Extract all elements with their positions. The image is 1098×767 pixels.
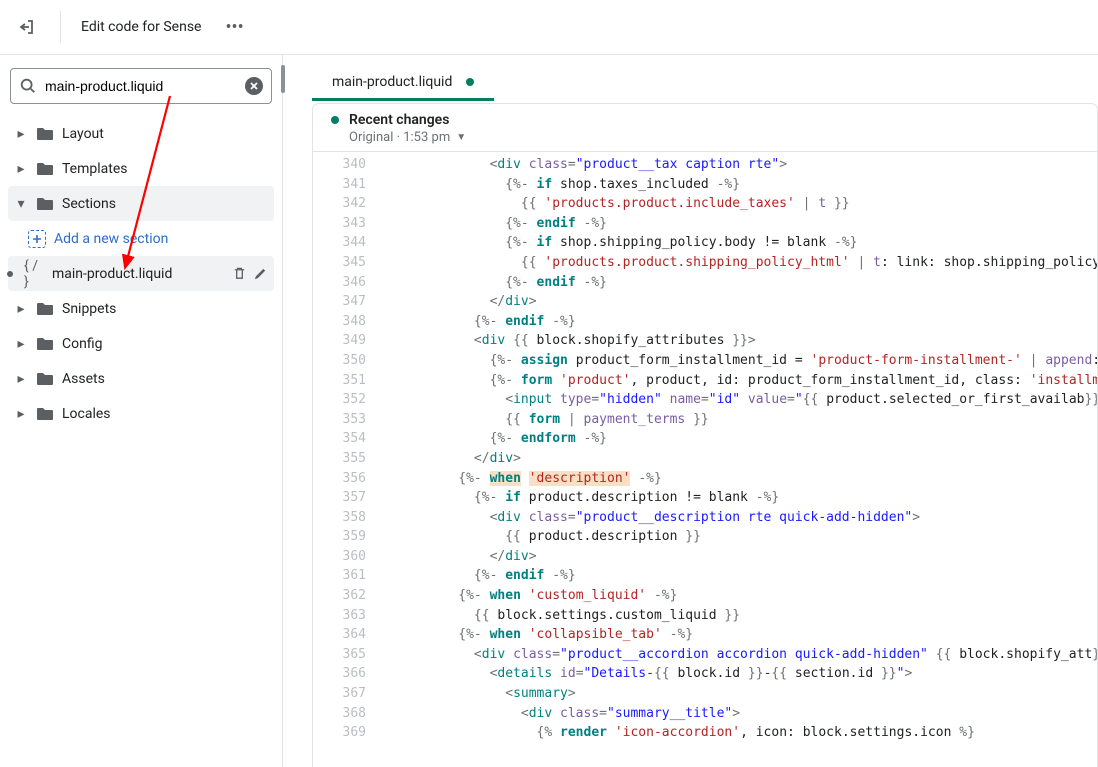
close-icon — [249, 81, 259, 91]
unsaved-dot-icon — [7, 271, 13, 277]
exit-button[interactable] — [12, 13, 40, 41]
main-layout: ▸ Layout ▸ Templates ▾ Sections Add a ne… — [0, 55, 1098, 767]
line-number-gutter: 3403413423433443453463473483493503513523… — [313, 152, 376, 767]
folder-icon — [36, 127, 54, 141]
delete-file-button[interactable] — [232, 266, 247, 281]
add-section-label: Add a new section — [54, 231, 168, 247]
folder-sections[interactable]: ▾ Sections — [8, 186, 274, 221]
page-title: Edit code for Sense — [81, 19, 201, 35]
recent-changes-bar: Recent changes Original · 1:53 pm ▼ — [312, 103, 1098, 152]
folder-label: Config — [62, 336, 268, 352]
folder-label: Templates — [62, 161, 268, 177]
folder-assets[interactable]: ▸ Assets — [8, 361, 274, 396]
folder-snippets[interactable]: ▸ Snippets — [8, 291, 274, 326]
folder-locales[interactable]: ▸ Locales — [8, 396, 274, 431]
recent-changes-detail: Original · 1:53 pm — [349, 130, 450, 145]
search-input[interactable] — [45, 78, 237, 94]
search-icon — [19, 77, 37, 95]
code-editor[interactable]: 3403413423433443453463473483493503513523… — [312, 152, 1098, 767]
file-actions — [232, 266, 268, 281]
sidebar: ▸ Layout ▸ Templates ▾ Sections Add a ne… — [0, 55, 283, 767]
folder-label: Layout — [62, 126, 268, 142]
folder-icon — [36, 337, 54, 351]
more-menu-button[interactable]: ••• — [217, 13, 251, 42]
recent-changes-dropdown[interactable]: Original · 1:53 pm ▼ — [331, 130, 1079, 145]
folder-icon — [36, 372, 54, 386]
tab-main-product[interactable]: main-product.liquid — [312, 65, 494, 101]
trash-icon — [232, 266, 247, 281]
recent-changes-title: Recent changes — [349, 112, 449, 128]
chevron-down-icon: ▾ — [14, 196, 28, 212]
code-content[interactable]: <div class="product__tax caption rte"> {… — [376, 152, 1097, 767]
add-icon — [28, 230, 46, 248]
code-file-icon: { / } — [24, 266, 44, 282]
chevron-right-icon: ▸ — [14, 406, 28, 422]
sidebar-resize-handle[interactable] — [278, 61, 287, 97]
chevron-right-icon: ▸ — [14, 371, 28, 387]
pencil-icon — [253, 266, 268, 281]
clear-search-button[interactable] — [245, 77, 263, 95]
folder-icon — [36, 302, 54, 316]
search-field[interactable] — [10, 68, 272, 104]
folder-config[interactable]: ▸ Config — [8, 326, 274, 361]
chevron-right-icon: ▸ — [14, 126, 28, 142]
chevron-right-icon: ▸ — [14, 161, 28, 177]
status-dot-icon — [331, 116, 339, 124]
folder-label: Locales — [62, 406, 268, 422]
search-container — [0, 55, 282, 114]
chevron-down-icon: ▼ — [456, 132, 466, 143]
file-tree: ▸ Layout ▸ Templates ▾ Sections Add a ne… — [0, 114, 282, 767]
folder-icon — [36, 407, 54, 421]
folder-templates[interactable]: ▸ Templates — [8, 151, 274, 186]
folder-icon — [36, 197, 54, 211]
folder-layout[interactable]: ▸ Layout — [8, 116, 274, 151]
file-label: main-product.liquid — [52, 266, 224, 282]
file-main-product[interactable]: { / } main-product.liquid — [8, 256, 274, 291]
tab-label: main-product.liquid — [332, 74, 452, 90]
folder-label: Assets — [62, 371, 268, 387]
folder-label: Sections — [62, 196, 268, 212]
edit-file-button[interactable] — [253, 266, 268, 281]
chevron-right-icon: ▸ — [14, 301, 28, 317]
editor-area: main-product.liquid Recent changes Origi… — [283, 55, 1098, 767]
folder-icon — [36, 162, 54, 176]
exit-icon — [16, 17, 36, 37]
unsaved-dot-icon — [466, 78, 474, 86]
divider — [60, 11, 61, 43]
chevron-right-icon: ▸ — [14, 336, 28, 352]
top-bar: Edit code for Sense ••• — [0, 0, 1098, 55]
editor-tabs: main-product.liquid — [312, 55, 1098, 101]
ellipsis-icon: ••• — [225, 17, 243, 38]
folder-label: Snippets — [62, 301, 268, 317]
add-section-button[interactable]: Add a new section — [8, 221, 274, 256]
